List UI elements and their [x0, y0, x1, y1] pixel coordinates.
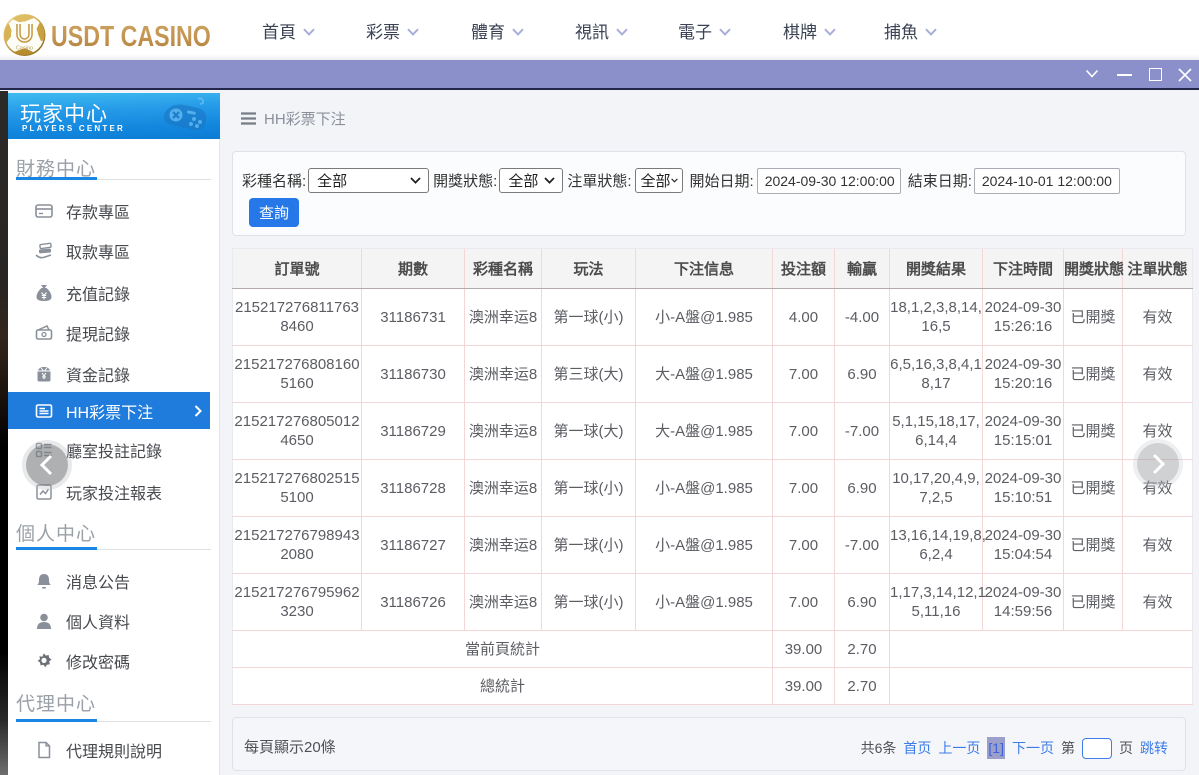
- svg-text:Casino: Casino: [16, 46, 33, 52]
- svg-text:¥: ¥: [42, 372, 47, 381]
